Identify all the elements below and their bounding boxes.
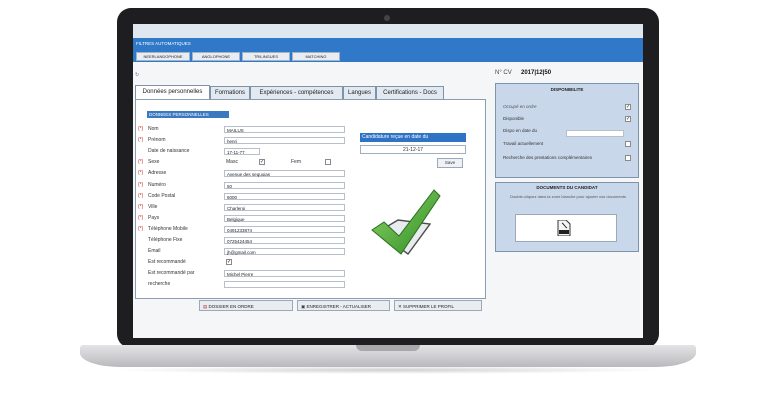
field-input[interactable]: Belgique: [224, 214, 345, 222]
documents-title: DOCUMENTS DU CANDIDAT: [536, 185, 598, 190]
sexe-fem-label: Fem: [291, 159, 301, 166]
field-input[interactable]: 0491233874: [224, 225, 345, 233]
field-input[interactable]: 50: [224, 181, 345, 189]
required-mark: (*): [138, 137, 144, 144]
field-input[interactable]: 0725424454: [224, 237, 345, 244]
required-mark: (*): [138, 181, 144, 188]
candidature-date[interactable]: 21-12-17: [360, 145, 466, 154]
cv-number-value: 2017|12|50: [521, 70, 552, 76]
field-input[interactable]: 6000: [224, 192, 345, 200]
section-title: DONNEES PERSONNELLES: [147, 111, 229, 118]
enregistrer-label: ENREGISTRER - ACTUALISER: [306, 304, 372, 309]
laptop-shadow: [110, 366, 666, 374]
field-input[interactable]: Avenue des sequoias: [224, 170, 345, 178]
candidature-title: Candidature reçue en date du: [360, 133, 466, 142]
documents-hint: Double-cliquez dans la zone blanche pour…: [510, 194, 626, 199]
tab-experiences[interactable]: Expériences - compétences: [250, 86, 343, 99]
dispo-label: Occupé en ordre: [503, 104, 537, 109]
dispo-label: Disponible: [503, 116, 525, 121]
required-mark: (*): [138, 159, 144, 166]
field-label: Code Postal: [148, 192, 176, 199]
enregistrer-button[interactable]: ▣ ENREGISTRER - ACTUALISER: [297, 300, 390, 311]
pdf-file-icon[interactable]: [557, 220, 571, 236]
recommande-checkbox[interactable]: ✓: [226, 259, 232, 266]
sexe-masc-label: Masc: [226, 159, 238, 166]
required-mark: (*): [138, 192, 144, 199]
dossier-label: DOSSIER EN ORDRE: [208, 304, 254, 309]
field-label: Nom: [148, 126, 159, 132]
sexe-masc-checkbox[interactable]: ✓: [259, 159, 265, 166]
field-label: Téléphone Mobile: [148, 225, 188, 232]
supprimer-button[interactable]: ✕ SUPPRIMER LE PROFIL: [394, 300, 482, 311]
field-label: Prénom: [148, 137, 166, 144]
field-label: Date de naissance: [148, 148, 190, 155]
app-screen: FILTRES AUTOMATIQUES NEERLANDOPHONE ANGL…: [133, 24, 643, 338]
dispo-checkbox[interactable]: [625, 141, 631, 147]
field-input[interactable]: jh@gmail.com: [224, 248, 345, 256]
required-mark: (*): [138, 203, 144, 210]
field-label: Adresse: [148, 170, 167, 177]
dispo-checkbox[interactable]: ✓: [625, 104, 631, 110]
field-label: Sexe: [148, 159, 160, 166]
supprimer-label: SUPPRIMER LE PROFIL: [403, 304, 455, 309]
field-input[interactable]: 17-11-77: [224, 148, 260, 156]
field-input[interactable]: henri: [224, 137, 345, 145]
tab-certifications[interactable]: Certifications - Docs: [376, 86, 444, 99]
save-button[interactable]: Save: [437, 158, 463, 168]
disponibilite-title: DISPONIBILITE: [550, 87, 584, 92]
sexe-fem-checkbox[interactable]: [325, 159, 331, 166]
field-label: Numéro: [148, 181, 166, 188]
field-input[interactable]: Charleroi: [224, 203, 345, 211]
field-label: recherche: [148, 281, 171, 288]
dispo-checkbox[interactable]: ✓: [625, 116, 631, 122]
filter-matching-button[interactable]: MATCHING: [292, 52, 340, 61]
checkmark-icon: [371, 189, 441, 255]
required-mark: (*): [138, 126, 144, 132]
dossier-en-ordre-button[interactable]: ▤ DOSSIER EN ORDRE: [199, 300, 293, 311]
field-label: Email: [148, 248, 161, 255]
required-mark: (*): [138, 170, 144, 177]
tab-donnees-personnelles[interactable]: Données personnelles: [135, 85, 210, 100]
field-label: Est recommandé par: [148, 270, 195, 277]
dispo-label: Travail actuellement: [503, 141, 544, 146]
field-label: Téléphone Fixe: [148, 237, 183, 243]
field-input[interactable]: MAILUS: [224, 126, 345, 133]
cv-number-label: N° CV: [495, 70, 512, 76]
refresh-icon[interactable]: ↻: [135, 72, 139, 78]
tab-langues[interactable]: Langues: [343, 86, 376, 99]
filter-trilingues-button[interactable]: TRILINGUES: [242, 52, 290, 61]
camera-icon: [384, 15, 390, 21]
required-mark: (*): [138, 214, 144, 221]
dispo-label: Recherche des prestations complémentaire…: [503, 155, 593, 160]
top-bar: [133, 24, 643, 38]
filter-anglophone-button[interactable]: ANGLOPHONE: [192, 52, 240, 61]
required-mark: (*): [138, 225, 144, 232]
field-input[interactable]: [224, 281, 345, 289]
dispo-date-input[interactable]: [566, 130, 624, 137]
field-label: Ville: [148, 203, 158, 210]
filter-title: FILTRES AUTOMATIQUES: [136, 41, 191, 46]
dispo-checkbox[interactable]: [625, 155, 631, 161]
dispo-label: Dispo en date du: [503, 128, 538, 133]
laptop-notch: [356, 345, 420, 351]
tab-formations[interactable]: Formations: [210, 86, 250, 99]
field-label: Pays: [148, 214, 160, 221]
field-label: Est recommandé: [148, 259, 186, 266]
filter-neerlandophone-button[interactable]: NEERLANDOPHONE: [136, 52, 190, 61]
field-input[interactable]: Michel Pierre: [224, 270, 345, 278]
